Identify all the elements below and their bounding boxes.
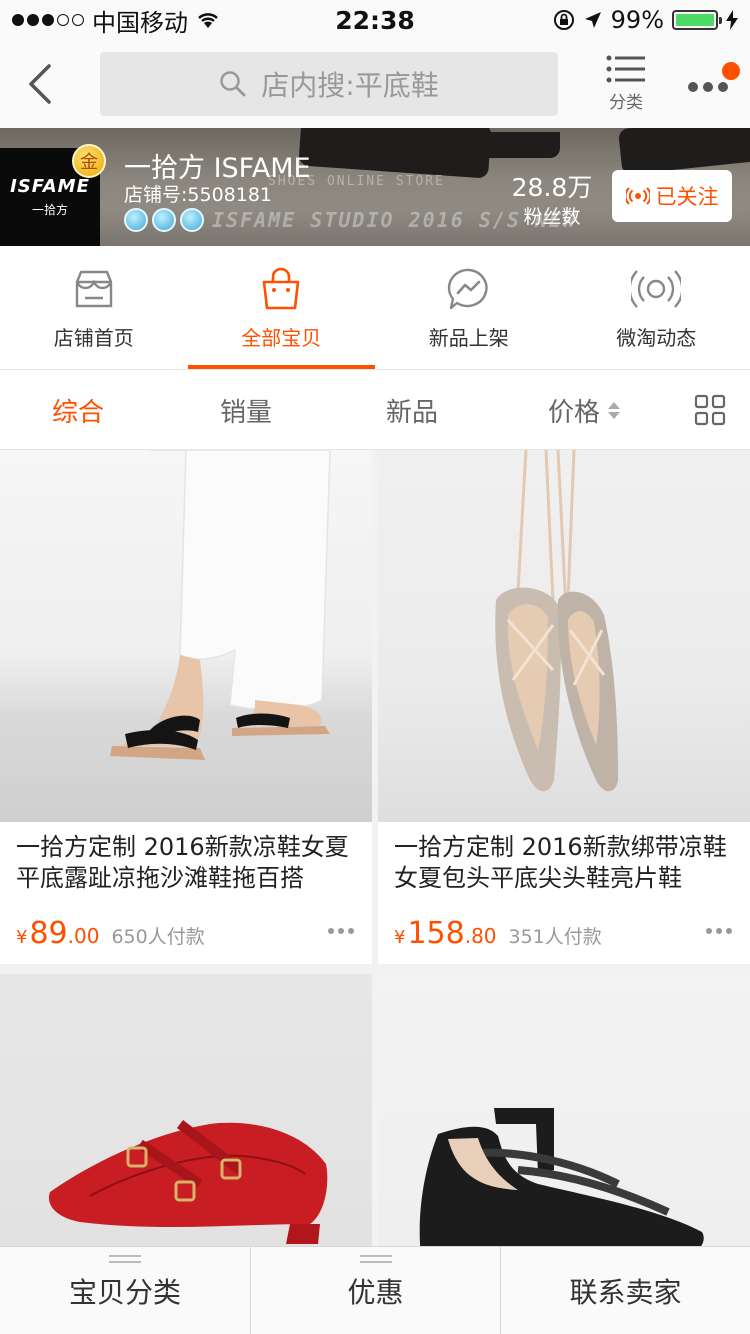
price-symbol: ¥ [394, 927, 406, 948]
logo-text: ISFAME [10, 176, 90, 197]
menu-lines-icon [109, 1255, 141, 1267]
shopping-bag-icon [262, 267, 300, 310]
tab-weitao-feed[interactable]: 微淘动态 [563, 246, 750, 369]
rotation-lock-icon [553, 10, 574, 30]
sort-comprehensive[interactable]: 综合 [52, 370, 104, 450]
bottom-toolbar: 宝贝分类 优惠 联系卖家 [0, 1246, 750, 1334]
product-price: ¥ 89 .00 650人付款 [16, 916, 205, 951]
nav-bar: 店内搜:平底鞋 分类 [0, 40, 750, 128]
status-right: 99% [438, 6, 738, 34]
sales-count: 351人付款 [508, 926, 602, 948]
sort-sales[interactable]: 销量 [220, 370, 272, 450]
banner-shoe-image [617, 128, 750, 176]
menu-lines-icon [359, 1255, 392, 1267]
wifi-icon [198, 13, 218, 28]
product-title[interactable]: 一拾方定制 2016新款绑带凉鞋女夏包头平底尖头鞋亮片鞋 [394, 832, 736, 894]
location-arrow-icon [584, 12, 601, 28]
crown-rating-icon [124, 208, 148, 232]
price-integer: 158 [407, 916, 465, 951]
banner-shoe-image [298, 128, 492, 179]
active-tab-indicator [187, 365, 375, 369]
crown-rating-icon [152, 208, 176, 232]
shop-rating-crowns [124, 208, 204, 232]
sort-bar: 综合 销量 新品 价格 [0, 370, 750, 450]
tab-new-arrivals[interactable]: 新品上架 [375, 246, 563, 369]
category-button[interactable]: 分类 [596, 54, 656, 113]
status-bar: 中国移动 22:38 99% [0, 0, 750, 40]
sort-new[interactable]: 新品 [386, 370, 438, 450]
more-options-icon[interactable] [706, 928, 732, 934]
chevron-left-icon [29, 64, 51, 104]
fans-count: 28.8万 [511, 173, 593, 202]
fans-label: 粉丝数 [523, 206, 581, 228]
product-title[interactable]: 一拾方定制 2016新款凉鞋女夏平底露趾凉拖沙滩鞋拖百搭 [16, 832, 358, 894]
crown-rating-icon [180, 208, 204, 232]
search-input[interactable]: 店内搜:平底鞋 [100, 52, 558, 116]
price-decimal: .80 [464, 924, 497, 948]
product-card[interactable]: 一拾方定制 2016新款凉鞋女夏平底露趾凉拖沙滩鞋拖百搭 ¥ 89 .00 65… [0, 450, 372, 964]
signal-strength-icon [12, 14, 84, 26]
more-menu-button[interactable] [682, 58, 740, 108]
battery-percent: 99% [610, 6, 664, 34]
product-price: ¥ 158 .80 351人付款 [394, 916, 602, 951]
notification-dot [722, 62, 740, 80]
more-dots-icon [688, 82, 728, 92]
product-grid: 一拾方定制 2016新款凉鞋女夏平底露趾凉拖沙滩鞋拖百搭 ¥ 89 .00 65… [0, 450, 750, 1334]
charging-bolt-icon [726, 10, 738, 30]
gold-medal-icon: 金 [72, 144, 106, 178]
broadcast-small-icon [625, 187, 650, 205]
search-placeholder: 店内搜:平底鞋 [261, 69, 439, 102]
product-image[interactable] [378, 450, 750, 822]
bottom-item-label: 联系卖家 [569, 1276, 682, 1309]
sort-price-label: 价格 [548, 397, 601, 428]
logo-subtext: 一拾方 [31, 203, 68, 217]
sort-arrows-icon [608, 401, 621, 419]
price-decimal: .00 [67, 924, 100, 948]
search-icon [220, 71, 246, 97]
battery-fill [676, 14, 714, 26]
sort-price[interactable]: 价格 [548, 370, 621, 450]
sandal-photo [110, 450, 331, 760]
contact-seller-button[interactable]: 联系卖家 [500, 1247, 750, 1334]
grid-view-button[interactable] [694, 370, 726, 450]
price-integer: 89 [29, 916, 68, 951]
tab-store-home[interactable]: 店铺首页 [0, 246, 188, 369]
follow-button[interactable]: 已关注 [612, 170, 732, 222]
bottom-item-label: 优惠 [347, 1276, 404, 1309]
banner-shoe-image [470, 132, 560, 158]
back-button[interactable] [0, 40, 80, 128]
more-options-icon[interactable] [328, 928, 354, 934]
follow-label: 已关注 [655, 185, 719, 209]
tab-all-items[interactable]: 全部宝贝 [187, 246, 375, 369]
price-symbol: ¥ [16, 927, 28, 948]
category-label: 分类 [609, 93, 643, 113]
product-image[interactable] [0, 450, 372, 822]
shop-tabs: 店铺首页 全部宝贝 新品上架 微淘动态 [0, 246, 750, 370]
status-time: 22:38 [335, 5, 415, 35]
broadcast-icon [631, 270, 682, 308]
battery-icon [672, 10, 722, 30]
tab-label: 全部宝贝 [241, 326, 322, 350]
status-left: 中国移动 [12, 3, 312, 38]
carrier-label: 中国移动 [92, 8, 188, 37]
item-categories-button[interactable]: 宝贝分类 [0, 1247, 250, 1334]
tab-label: 微淘动态 [616, 326, 697, 350]
flat-shoe-photo [495, 450, 618, 792]
sales-count: 650人付款 [111, 926, 205, 948]
store-icon [75, 270, 112, 308]
product-card[interactable]: 一拾方定制 2016新款绑带凉鞋女夏包头平底尖头鞋亮片鞋 ¥ 158 .80 3… [378, 450, 750, 964]
tab-label: 新品上架 [428, 326, 509, 350]
shop-id: 店铺号:5508181 [124, 184, 273, 206]
tab-label: 店铺首页 [53, 326, 134, 350]
lightning-chat-icon [447, 268, 488, 310]
discounts-button[interactable]: 优惠 [250, 1247, 500, 1334]
grid-view-icon [694, 394, 726, 426]
list-icon [606, 55, 645, 83]
bottom-item-label: 宝贝分类 [68, 1276, 181, 1309]
